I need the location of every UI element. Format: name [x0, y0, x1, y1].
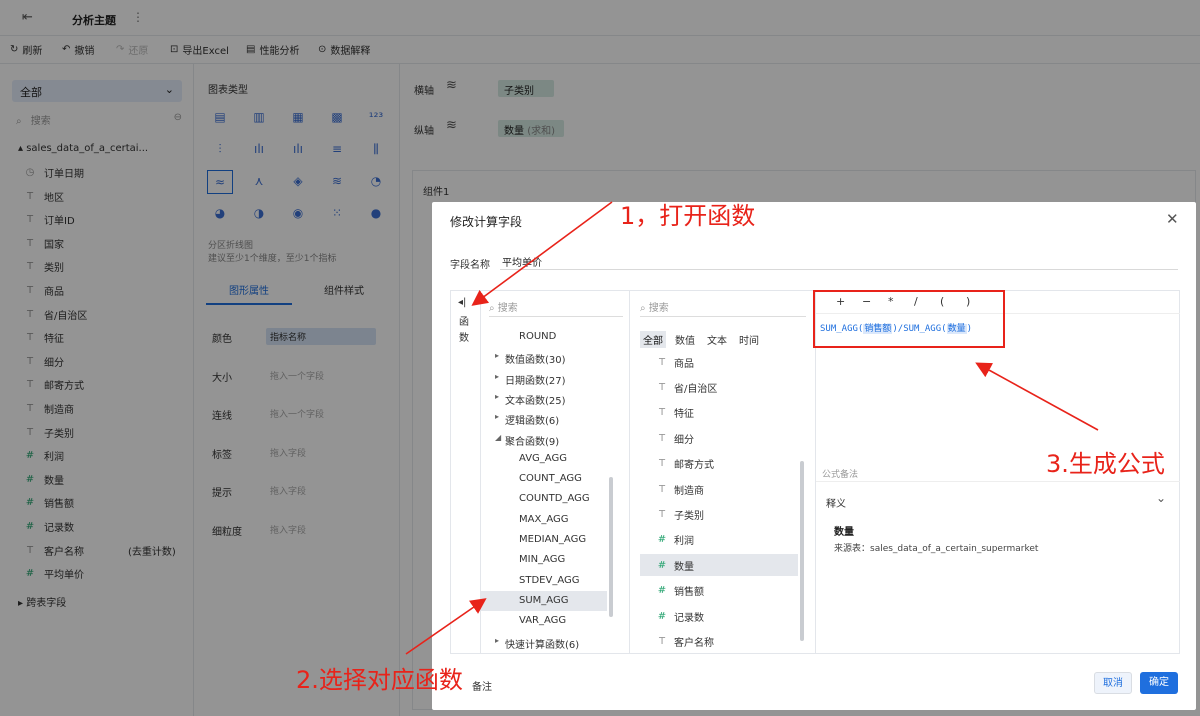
- annotation-1: 1，打开函数: [620, 202, 756, 230]
- annotation-arrows: [405, 201, 1099, 655]
- annotation-2: 2.选择对应函数: [296, 666, 463, 694]
- arrow-2: [405, 598, 487, 655]
- arrow-3: [975, 362, 1099, 431]
- annotation-3: 3.生成公式: [1046, 450, 1165, 478]
- arrow-1: [471, 201, 613, 306]
- formula-highlight-box: [813, 290, 1005, 348]
